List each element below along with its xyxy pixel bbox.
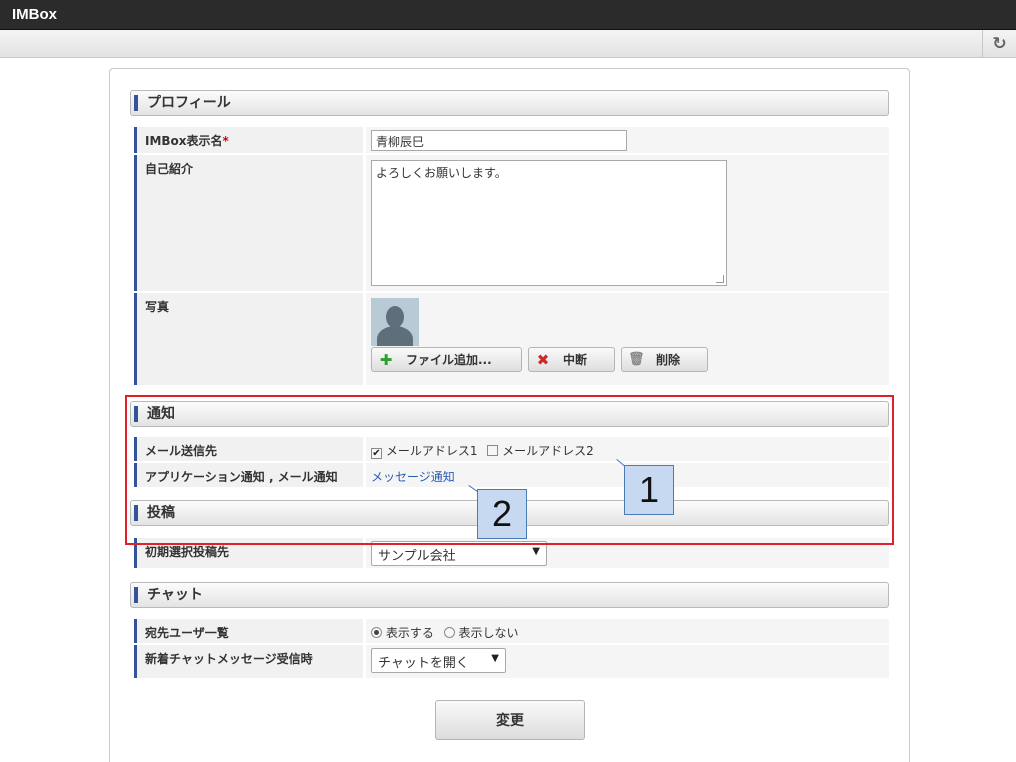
close-icon: ✖	[536, 350, 550, 369]
avatar-icon	[371, 298, 419, 346]
resize-grip-icon[interactable]	[716, 275, 724, 283]
required-mark: *	[222, 134, 229, 148]
callout-2: 2	[477, 489, 527, 539]
show-radio[interactable]	[371, 627, 382, 638]
row-photo: 写真 ✚ ファイル追加... ✖ 中断 🗑 削除	[134, 293, 889, 385]
self-intro-text: よろしくお願いします。	[376, 166, 507, 180]
row-recipient-list: 宛先ユーザ一覧 表示する 表示しない	[134, 619, 889, 643]
trash-icon: 🗑	[628, 352, 645, 367]
add-file-button[interactable]: ✚ ファイル追加...	[371, 347, 522, 372]
display-name-input[interactable]: 青柳辰巳	[371, 130, 627, 151]
toolbar: ↻	[0, 30, 1016, 58]
hide-radio[interactable]	[443, 627, 455, 638]
self-intro-label: 自己紹介	[134, 155, 363, 291]
row-new-chat-message: 新着チャットメッセージ受信時 チャットを開く ▼	[134, 645, 889, 678]
new-chat-message-select[interactable]: チャットを開く ▼	[371, 648, 506, 673]
submit-button[interactable]: 変更	[435, 700, 585, 740]
hide-option-label: 表示しない	[458, 626, 519, 640]
chevron-down-icon: ▼	[491, 653, 499, 664]
row-self-intro: 自己紹介 よろしくお願いします。	[134, 155, 889, 291]
delete-button[interactable]: 🗑 削除	[621, 347, 708, 372]
recipient-list-label: 宛先ユーザ一覧	[134, 619, 363, 643]
section-header-chat: チャット	[130, 582, 889, 608]
title-bar: IMBox	[0, 0, 1016, 30]
new-chat-message-label: 新着チャットメッセージ受信時	[134, 645, 363, 678]
app-title: IMBox	[12, 6, 57, 23]
display-name-label: IMBox表示名*	[134, 127, 363, 153]
self-intro-textarea[interactable]: よろしくお願いします。	[371, 160, 727, 286]
cancel-button[interactable]: ✖ 中断	[528, 347, 615, 372]
plus-icon: ✚	[379, 350, 393, 369]
show-option-label: 表示する	[385, 626, 434, 640]
section-header-profile: プロフィール	[130, 90, 889, 116]
chevron-down-icon: ▼	[532, 546, 540, 557]
callout-1: 1	[624, 465, 674, 515]
photo-label: 写真	[134, 293, 363, 385]
refresh-icon[interactable]: ↻	[982, 30, 1016, 58]
row-display-name: IMBox表示名* 青柳辰巳	[134, 127, 889, 153]
